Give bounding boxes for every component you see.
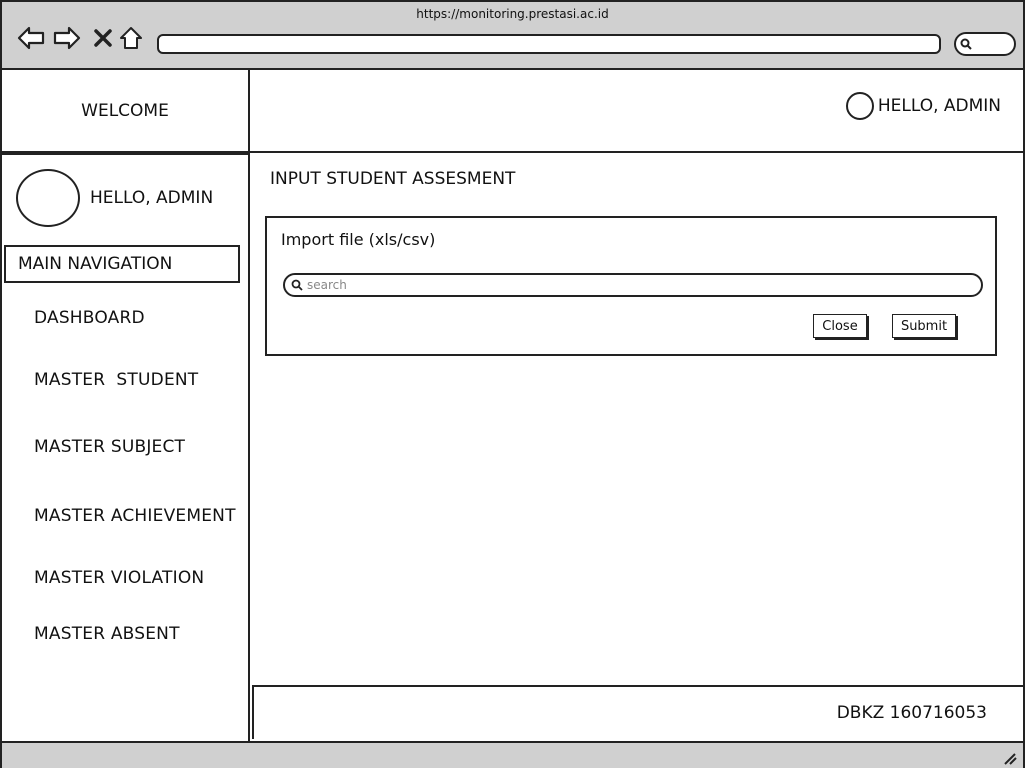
url-text: https://monitoring.prestasi.ac.id	[416, 7, 609, 21]
submit-button[interactable]: Submit	[892, 314, 956, 338]
import-file-label: Import file (xls/csv)	[281, 230, 436, 249]
header-user[interactable]: HELLO, ADMIN	[845, 92, 1001, 120]
welcome-banner: WELCOME	[2, 70, 250, 153]
close-x-icon[interactable]	[88, 24, 118, 52]
sidebar-item-master-student[interactable]: MASTER STUDENT	[34, 370, 198, 390]
sidebar-user-greeting: HELLO, ADMIN	[90, 188, 214, 208]
main-navigation-label: MAIN NAVIGATION	[18, 254, 173, 274]
sidebar-item-master-absent[interactable]: MASTER ABSENT	[34, 624, 180, 644]
footer: DBKZ 160716053	[252, 685, 1023, 739]
page-title: INPUT STUDENT ASSESMENT	[270, 169, 516, 189]
sidebar-item-master-violation[interactable]: MASTER VIOLATION	[34, 568, 204, 588]
status-bar	[2, 741, 1023, 768]
home-icon[interactable]	[116, 24, 146, 52]
import-panel: Import file (xls/csv) search Close Submi…	[265, 216, 997, 356]
address-bar[interactable]	[157, 34, 941, 54]
browser-toolbar: https://monitoring.prestasi.ac.id	[2, 2, 1023, 70]
welcome-text: WELCOME	[81, 100, 169, 121]
file-search-input[interactable]: search	[283, 273, 983, 297]
search-icon	[291, 279, 303, 291]
sidebar-item-master-subject[interactable]: MASTER SUBJECT	[34, 437, 185, 457]
close-button[interactable]: Close	[813, 314, 867, 338]
avatar	[845, 92, 874, 120]
sidebar-item-master-achievement[interactable]: MASTER ACHIEVEMENT	[34, 506, 236, 526]
sidebar-user: HELLO, ADMIN	[16, 169, 213, 227]
file-search-placeholder: search	[307, 278, 347, 292]
resize-grip-icon[interactable]	[1001, 751, 1017, 765]
back-arrow-icon[interactable]	[16, 24, 46, 52]
browser-window: https://monitoring.prestasi.ac.id WELCOM…	[0, 0, 1025, 768]
sidebar-item-dashboard[interactable]: DASHBOARD	[34, 308, 145, 328]
footer-text: DBKZ 160716053	[836, 703, 987, 723]
main-content: INPUT STUDENT ASSESMENT Import file (xls…	[250, 153, 1023, 685]
header-user-greeting: HELLO, ADMIN	[877, 96, 1001, 116]
sidebar-avatar	[16, 169, 80, 227]
main-navigation-header: MAIN NAVIGATION	[4, 245, 240, 283]
search-icon	[960, 38, 972, 50]
browser-search-box[interactable]	[954, 32, 1016, 56]
forward-arrow-icon[interactable]	[52, 24, 82, 52]
top-header: HELLO, ADMIN	[250, 70, 1023, 153]
sidebar: HELLO, ADMIN MAIN NAVIGATION DASHBOARD M…	[2, 153, 250, 741]
